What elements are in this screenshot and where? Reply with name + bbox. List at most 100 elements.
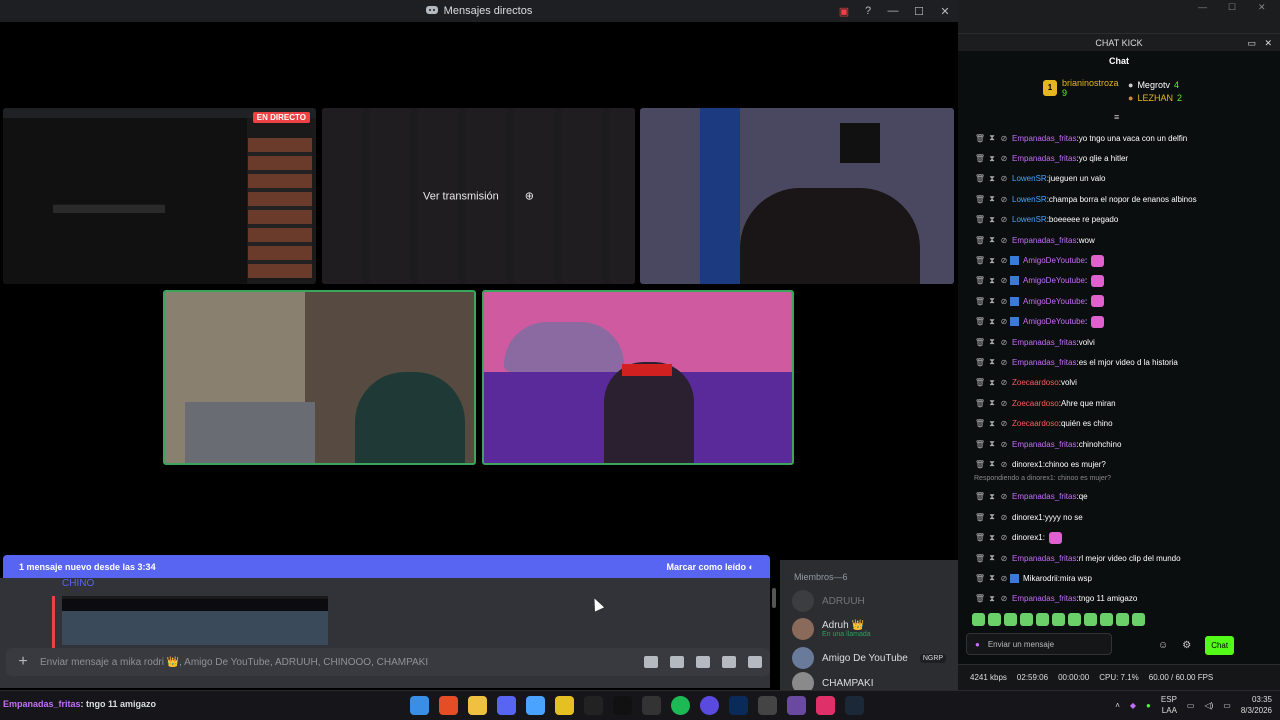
stream-tile-preview[interactable]: Ver transmisión ⊕	[322, 108, 635, 284]
ban-icon[interactable]: ⊘	[998, 134, 1010, 143]
camera-tile-bedroom[interactable]	[163, 290, 476, 465]
chat-username[interactable]: Empanadas_fritas	[1012, 492, 1076, 501]
close-dock-icon[interactable]: ✕	[1264, 34, 1272, 52]
emote-icon[interactable]	[988, 613, 1001, 626]
chat-username[interactable]: Empanadas_fritas	[1012, 440, 1076, 449]
minimize-button[interactable]: —	[880, 5, 906, 17]
chat-username[interactable]: LowenSR	[1012, 195, 1047, 204]
scrollbar[interactable]	[772, 588, 776, 608]
chat-username[interactable]: LowenSR	[1012, 215, 1047, 224]
timeout-icon[interactable]: ⧗	[986, 439, 998, 449]
chat-message[interactable]: 🗑 ⧗ ⊘ Empanadas_fritas: yo qlie a hitler	[974, 148, 1264, 168]
timeout-icon[interactable]: ⧗	[986, 419, 998, 429]
chat-username[interactable]: AmigoDeYoutube	[1023, 317, 1085, 326]
delete-icon[interactable]: 🗑	[974, 513, 986, 522]
chat-username[interactable]: dinorex1	[1012, 460, 1043, 469]
timeout-icon[interactable]: ⧗	[986, 357, 998, 367]
send-chat-button[interactable]: Chat	[1205, 636, 1235, 655]
member-item[interactable]: ADRUUH	[792, 590, 865, 612]
chat-message[interactable]: 🗑 ⧗ ⊘ AmigoDeYoutube:	[974, 271, 1264, 291]
sticker-icon[interactable]	[696, 656, 710, 668]
emote-icon[interactable]	[1068, 613, 1081, 626]
delete-icon[interactable]: 🗑	[974, 440, 986, 449]
app-icon[interactable]	[555, 696, 574, 715]
ban-icon[interactable]: ⊘	[998, 297, 1010, 306]
photos-icon[interactable]	[526, 696, 545, 715]
delete-icon[interactable]: 🗑	[974, 215, 986, 224]
timeout-icon[interactable]: ⧗	[986, 553, 998, 563]
clock[interactable]: 03:35 8/3/2026	[1241, 694, 1272, 716]
tiktok-icon[interactable]	[613, 696, 632, 715]
ban-icon[interactable]: ⊘	[998, 399, 1010, 408]
delete-icon[interactable]: 🗑	[974, 358, 986, 367]
message-input[interactable]: Enviar mensaje a mika rodri 👑, Amigo De …	[40, 657, 644, 668]
timeout-icon[interactable]: ⧗	[986, 133, 998, 143]
add-attachment-icon[interactable]: +	[6, 653, 40, 671]
emoji-icon[interactable]	[722, 656, 736, 668]
ban-icon[interactable]: ⊘	[998, 594, 1010, 603]
apps-icon[interactable]	[748, 656, 762, 668]
timeout-icon[interactable]: ⧗	[986, 317, 998, 327]
chat-username[interactable]: Empanadas_fritas	[1012, 236, 1076, 245]
ban-icon[interactable]: ⊘	[998, 378, 1010, 387]
message-image[interactable]	[62, 596, 328, 645]
chat-username[interactable]: Zoecaardoso	[1012, 419, 1059, 428]
member-item[interactable]: Amigo De YouTube NGRP	[792, 647, 947, 669]
language-indicator[interactable]: ESP LAA	[1161, 694, 1177, 716]
delete-icon[interactable]: 🗑	[974, 174, 986, 183]
timeout-icon[interactable]: ⧗	[986, 573, 998, 583]
chat-message[interactable]: 🗑 ⧗ ⊘ dinorex1:	[974, 527, 1264, 547]
timeout-icon[interactable]: ⧗	[986, 296, 998, 306]
emoji-picker-icon[interactable]: ☺	[1158, 640, 1168, 651]
ban-icon[interactable]: ⊘	[998, 574, 1010, 583]
chat-username[interactable]: LowenSR	[1012, 174, 1047, 183]
timeout-icon[interactable]: ⧗	[986, 459, 998, 469]
chat-username[interactable]: AmigoDeYoutube	[1023, 297, 1085, 306]
chat-username[interactable]: AmigoDeYoutube	[1023, 256, 1085, 265]
spotify-icon[interactable]	[671, 696, 690, 715]
chat-message[interactable]: 🗑 ⧗ ⊘ Zoecaardoso: volvi	[974, 373, 1264, 393]
terminal-icon[interactable]	[758, 696, 777, 715]
emote-icon[interactable]	[1084, 613, 1097, 626]
ban-icon[interactable]: ⊘	[998, 460, 1010, 469]
delete-icon[interactable]: 🗑	[974, 378, 986, 387]
emote-icon[interactable]	[1116, 613, 1129, 626]
delete-icon[interactable]: 🗑	[974, 554, 986, 563]
chat-message[interactable]: 🗑 ⧗ ⊘ dinorex1: chinoo es mujer?	[974, 454, 1264, 474]
mic-tray-icon[interactable]: ●	[1146, 701, 1151, 710]
ban-icon[interactable]: ⊘	[998, 276, 1010, 285]
chat-message[interactable]: 🗑 ⧗ ⊘ Zoecaardoso: Ahre que miran	[974, 393, 1264, 413]
ban-icon[interactable]: ⊘	[998, 554, 1010, 563]
app3-icon[interactable]	[787, 696, 806, 715]
delete-icon[interactable]: 🗑	[974, 533, 986, 542]
delete-icon[interactable]: 🗑	[974, 419, 986, 428]
emote-icon[interactable]	[1100, 613, 1113, 626]
ban-icon[interactable]: ⊘	[998, 492, 1010, 501]
timeout-icon[interactable]: ⧗	[986, 276, 998, 286]
delete-icon[interactable]: 🗑	[974, 574, 986, 583]
timeout-icon[interactable]: ⧗	[986, 512, 998, 522]
chat-message[interactable]: 🗑 ⧗ ⊘ LowenSR: boeeeee re pegado	[974, 210, 1264, 230]
mark-read-button[interactable]: Marcar como leído ◐	[667, 562, 754, 572]
settings-icon[interactable]: ⚙	[1182, 640, 1191, 651]
ban-icon[interactable]: ⊘	[998, 154, 1010, 163]
emote-icon[interactable]	[1020, 613, 1033, 626]
timeout-icon[interactable]: ⧗	[986, 378, 998, 388]
message-composer[interactable]: + Enviar mensaje a mika rodri 👑, Amigo D…	[6, 648, 770, 676]
emote-icon[interactable]	[1036, 613, 1049, 626]
help-icon[interactable]: ?	[856, 5, 880, 17]
delete-icon[interactable]: 🗑	[974, 399, 986, 408]
gift-icon[interactable]	[644, 656, 658, 668]
chat-message[interactable]: 🗑 ⧗ ⊘ Empanadas_fritas: chinohchino	[974, 434, 1264, 454]
chat-message[interactable]: 🗑 ⧗ ⊘ Empanadas_fritas: volvi	[974, 332, 1264, 352]
volume-icon[interactable]: ◁)	[1204, 701, 1213, 710]
chat-username[interactable]: AmigoDeYoutube	[1023, 276, 1085, 285]
delete-icon[interactable]: 🗑	[974, 492, 986, 501]
emote-icon[interactable]	[972, 613, 985, 626]
emote-icon[interactable]	[1132, 613, 1145, 626]
timeout-icon[interactable]: ⧗	[986, 492, 998, 502]
timeout-icon[interactable]: ⧗	[986, 256, 998, 266]
chat-message[interactable]: 🗑 ⧗ ⊘ Empanadas_fritas: es el mjor video d …	[974, 352, 1264, 372]
timeout-icon[interactable]: ⧗	[986, 174, 998, 184]
close-button[interactable]: ✕	[932, 5, 958, 18]
